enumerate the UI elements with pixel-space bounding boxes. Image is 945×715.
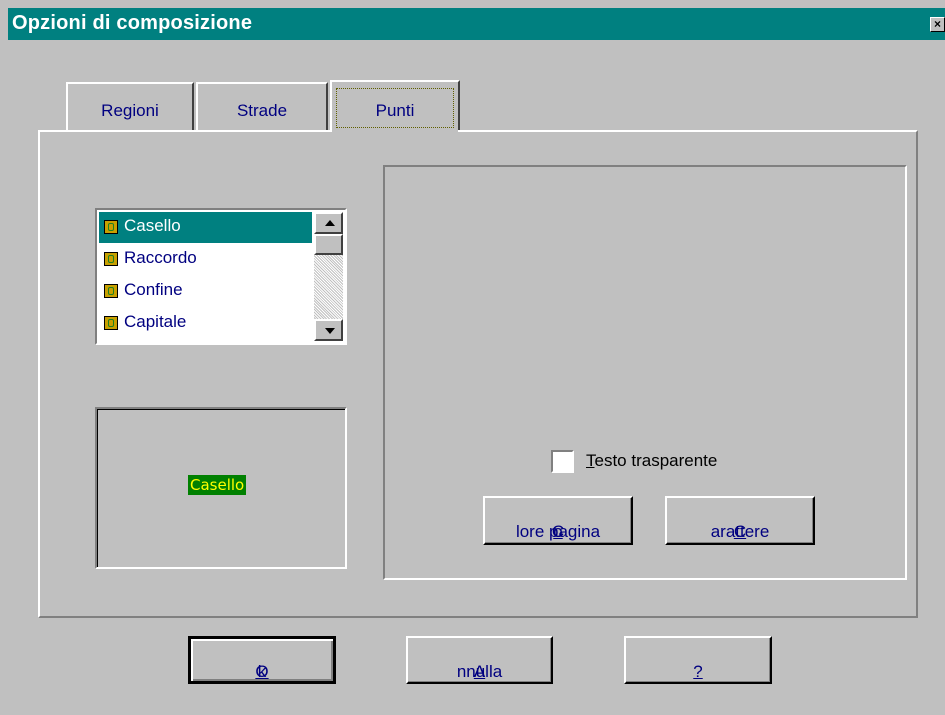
list-item[interactable]: Raccordo bbox=[99, 244, 312, 275]
transparent-text-checkbox[interactable] bbox=[551, 450, 574, 473]
window-title: Opzioni di composizione bbox=[12, 12, 253, 34]
list-item-label: Confine bbox=[124, 280, 183, 299]
point-symbol-icon bbox=[104, 252, 118, 266]
arrow-down-icon bbox=[325, 328, 335, 334]
list-item[interactable]: Confine bbox=[99, 276, 312, 307]
list-item[interactable]: Capitale bbox=[99, 308, 312, 339]
point-type-listbox[interactable]: Casello Raccordo Confine Capitale bbox=[95, 208, 347, 345]
tab-punti-label: Punti bbox=[375, 101, 415, 120]
list-item-label: Raccordo bbox=[124, 248, 197, 267]
list-item-label: Capitale bbox=[124, 312, 187, 331]
list-item[interactable]: Casello bbox=[99, 212, 312, 243]
tab-strade-label: Strade bbox=[236, 101, 288, 120]
scroll-up-button[interactable] bbox=[314, 212, 343, 234]
tab-punti[interactable]: Punti bbox=[330, 80, 460, 132]
close-icon[interactable]: × bbox=[930, 17, 945, 32]
font-button[interactable]: Carattere bbox=[665, 496, 815, 545]
tab-strade[interactable]: Strade bbox=[196, 82, 328, 132]
transparent-text-label[interactable]: Testo trasparente bbox=[586, 451, 717, 471]
ok-button[interactable]: Ok bbox=[188, 636, 336, 684]
options-group bbox=[383, 165, 907, 580]
style-preview: Casello bbox=[95, 407, 347, 569]
scroll-thumb[interactable] bbox=[314, 234, 343, 255]
point-symbol-icon bbox=[104, 284, 118, 298]
page-color-button[interactable]: Co lore pagina bbox=[483, 496, 633, 545]
scroll-down-button[interactable] bbox=[314, 319, 343, 341]
point-symbol-icon bbox=[104, 220, 118, 234]
list-item-label: Casello bbox=[124, 216, 181, 235]
cancel-button[interactable]: Annulla bbox=[406, 636, 553, 684]
title-bar[interactable]: Opzioni di composizione × bbox=[8, 8, 945, 40]
preview-sample-text: Casello bbox=[188, 475, 247, 495]
point-symbol-icon bbox=[104, 316, 118, 330]
help-button[interactable]: ? bbox=[624, 636, 772, 684]
list-scrollbar[interactable] bbox=[314, 212, 343, 341]
tab-regioni-label: Regioni bbox=[101, 101, 159, 120]
arrow-up-icon bbox=[325, 220, 335, 226]
active-tab-joint bbox=[332, 128, 458, 133]
dialog-window: Opzioni di composizione × Regioni Strade… bbox=[0, 0, 945, 715]
tab-regioni[interactable]: Regioni bbox=[66, 82, 194, 132]
